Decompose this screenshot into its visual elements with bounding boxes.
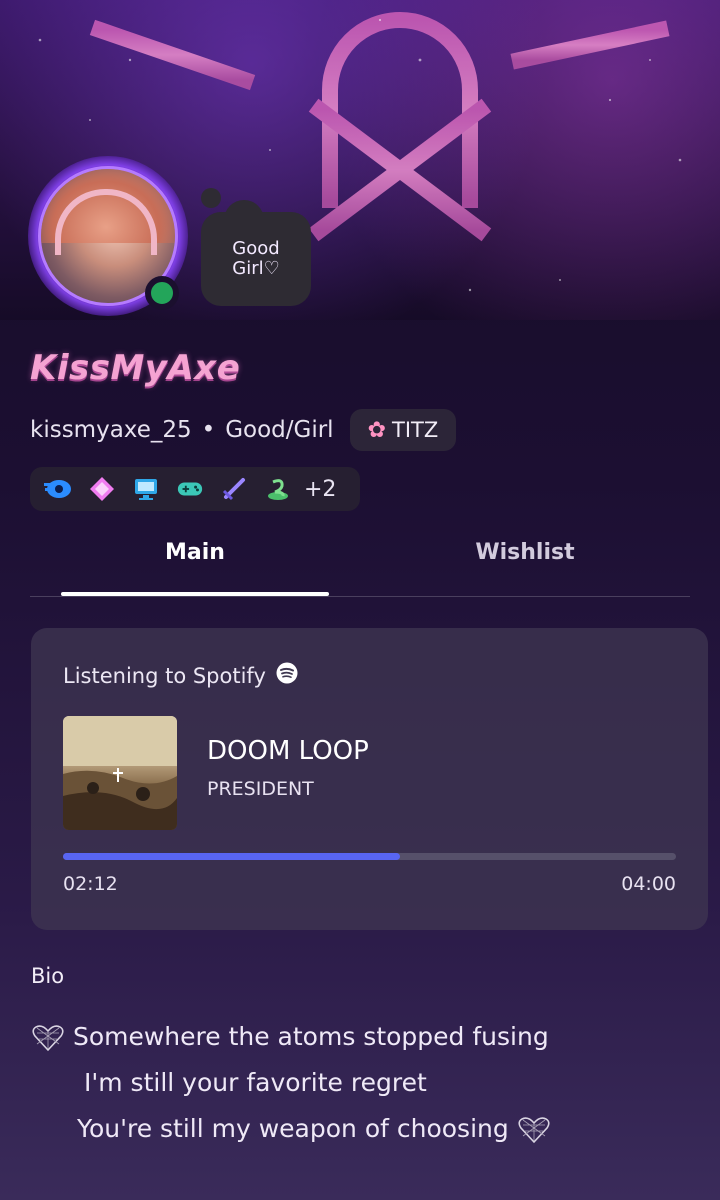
tab-main[interactable]: Main — [60, 520, 330, 584]
progress-bar — [63, 853, 676, 860]
spider-web-heart-icon — [31, 1023, 65, 1053]
spotify-activity-card[interactable]: Listening to Spotify DOOM LOOP PRESIDENT… — [31, 628, 708, 930]
pronouns: Good/Girl — [225, 417, 334, 443]
username[interactable]: kissmyaxe_25 — [30, 417, 192, 443]
status-bubble-tail-small — [201, 188, 221, 208]
profile-tabs: Main Wishlist — [30, 520, 690, 598]
hypesquad-icon[interactable] — [44, 475, 72, 503]
bio-line: I'm still your favorite regret — [84, 1068, 427, 1097]
total-duration: 04:00 — [621, 873, 676, 895]
bio-line: Somewhere the atoms stopped fusing — [31, 1022, 549, 1053]
bio-line: You're still my weapon of choosing — [77, 1114, 551, 1145]
album-art[interactable] — [63, 716, 177, 830]
elapsed-time: 02:12 — [63, 873, 118, 895]
bio-line-text: You're still my weapon of choosing — [77, 1114, 509, 1143]
spider-web-heart-icon — [517, 1115, 551, 1145]
sword-icon[interactable] — [220, 475, 248, 503]
computer-icon[interactable] — [132, 475, 160, 503]
spotify-header: Listening to Spotify — [63, 662, 298, 689]
tab-wishlist[interactable]: Wishlist — [390, 520, 660, 584]
gamepad-icon[interactable] — [176, 475, 204, 503]
quest-icon[interactable] — [264, 475, 292, 503]
diamond-icon[interactable] — [88, 475, 116, 503]
bio-line-text: Somewhere the atoms stopped fusing — [72, 1022, 549, 1051]
bio-line-text: I'm still your favorite regret — [84, 1068, 427, 1097]
tabs-divider — [30, 596, 690, 597]
custom-status-text: Good Girl♡ — [232, 238, 280, 279]
server-tag-label: TITZ — [392, 418, 439, 442]
separator-dot: • — [201, 417, 216, 443]
more-badges-count[interactable]: +2 — [304, 477, 336, 502]
spotify-header-label: Listening to Spotify — [63, 663, 266, 688]
bio-heading: Bio — [31, 964, 65, 988]
track-title[interactable]: DOOM LOOP — [207, 736, 369, 766]
track-artist[interactable]: PRESIDENT — [207, 778, 314, 800]
spotify-icon — [276, 662, 298, 689]
username-row: kissmyaxe_25 • Good/Girl ✿ TITZ — [30, 408, 457, 452]
progress-fill — [63, 853, 401, 860]
server-tag[interactable]: ✿ TITZ — [349, 409, 457, 451]
online-status-icon — [145, 276, 179, 310]
badge-row[interactable]: +2 — [30, 467, 360, 511]
flower-icon: ✿ — [367, 417, 386, 443]
display-name: KissMyAxe — [30, 348, 241, 388]
custom-status-bubble[interactable]: Good Girl♡ — [201, 212, 311, 306]
